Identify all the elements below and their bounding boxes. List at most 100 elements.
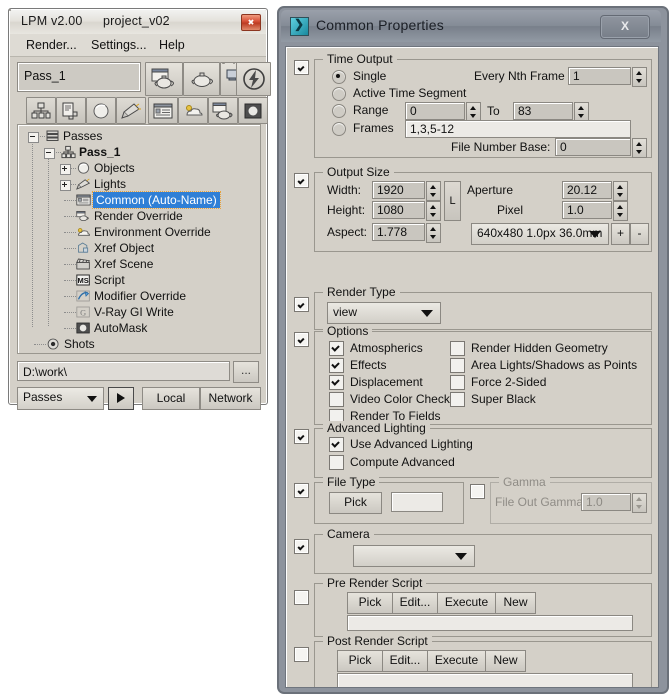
checkbox-effects[interactable] [329, 358, 344, 373]
menu-settings[interactable]: Settings... [87, 37, 151, 53]
post-render-script-enable-checkbox[interactable] [294, 647, 309, 662]
pre-render-edit-button[interactable]: Edit... [392, 592, 438, 614]
file-number-base-spinner[interactable] [632, 138, 647, 158]
advanced-lighting-enable-checkbox[interactable] [294, 429, 309, 444]
expander-objects[interactable] [60, 164, 71, 175]
toolbar-render-override-button[interactable] [208, 97, 238, 124]
options-group-label: Options [323, 324, 373, 338]
lpm-close-button[interactable] [241, 14, 261, 31]
tree-label: Common (Auto-Name) [92, 191, 221, 209]
toolbar-quick-render-button[interactable] [236, 62, 271, 96]
toolbar-lights-button[interactable] [116, 97, 146, 124]
render-type-dropdown[interactable]: view [327, 302, 441, 324]
tree-label: Environment Override [94, 225, 211, 239]
aspect-input[interactable]: 1.778 [372, 223, 425, 241]
file-number-base-input[interactable]: 0 [555, 138, 631, 156]
expander-pass-1[interactable] [44, 148, 55, 159]
range-from-spinner[interactable] [466, 102, 481, 122]
checkbox-compute-advanced[interactable] [329, 455, 344, 470]
radio-range[interactable] [332, 104, 346, 118]
radio-frames[interactable] [332, 122, 346, 136]
range-to-input[interactable]: 83 [513, 102, 573, 120]
toolbar-environment-button[interactable] [178, 97, 208, 124]
checkbox-render-hidden-geometry[interactable] [450, 341, 465, 356]
post-render-execute-button[interactable]: Execute [427, 650, 486, 672]
checkbox-use-advanced-lighting[interactable] [329, 437, 344, 452]
render-play-button[interactable] [108, 387, 134, 410]
range-from-input[interactable]: 0 [405, 102, 465, 120]
network-button[interactable]: Network [200, 387, 261, 410]
pre-render-script-path[interactable] [347, 615, 633, 631]
tree-elbow [34, 344, 46, 345]
aperture-spinner[interactable] [613, 181, 628, 201]
gamma-enable-checkbox[interactable] [470, 484, 485, 499]
pre-render-script-enable-checkbox[interactable] [294, 590, 309, 605]
output-path-input[interactable]: D:\work\ [17, 361, 230, 381]
radio-single[interactable] [332, 70, 346, 84]
pre-render-new-button[interactable]: New [495, 592, 536, 614]
height-input[interactable]: 1080 [372, 201, 425, 219]
range-to-spinner[interactable] [574, 102, 589, 122]
toolbar-render-scene-button[interactable] [145, 62, 183, 96]
post-render-new-button[interactable]: New [485, 650, 526, 672]
time-output-enable-checkbox[interactable] [294, 60, 309, 75]
every-nth-frame-spinner[interactable] [632, 67, 647, 87]
checkbox-video-color-check[interactable] [329, 392, 344, 407]
pass-name-field[interactable]: Pass_1 [17, 62, 141, 92]
post-render-pick-button[interactable]: Pick [337, 650, 383, 672]
pixel-spinner[interactable] [613, 201, 628, 221]
checkbox-compute-advanced-label: Compute Advanced [350, 455, 455, 469]
pixel-input[interactable]: 1.0 [562, 201, 612, 219]
toolbar-automask-button[interactable] [238, 97, 268, 124]
aspect-spinner[interactable] [426, 223, 441, 243]
output-preset-dropdown[interactable]: 640x480 1.0px 36.0mm [471, 223, 609, 245]
advanced-lighting-group-label: Advanced Lighting [323, 421, 430, 435]
toolbar-teapot-button[interactable] [183, 62, 220, 96]
width-input[interactable]: 1920 [372, 181, 425, 199]
sphere-icon [93, 103, 109, 118]
local-button[interactable]: Local [142, 387, 200, 410]
aspect-label: Aspect: [327, 225, 368, 239]
every-nth-frame-input[interactable]: 1 [568, 67, 631, 85]
checkbox-atmospherics[interactable] [329, 341, 344, 356]
width-spinner[interactable] [426, 181, 441, 201]
checkbox-super-black[interactable] [450, 392, 465, 407]
checkbox-area-lights-shadows-as-points[interactable] [450, 358, 465, 373]
file-number-base-label: File Number Base: [451, 140, 551, 154]
toolbar-common-button[interactable] [148, 97, 178, 124]
height-spinner[interactable] [426, 201, 441, 221]
aperture-input[interactable]: 20.12 [562, 181, 612, 199]
file-type-enable-checkbox[interactable] [294, 483, 309, 498]
file-type-group-label: File Type [323, 475, 380, 489]
pre-render-pick-button[interactable]: Pick [347, 592, 393, 614]
expander-lights[interactable] [60, 180, 71, 191]
post-render-script-path[interactable] [337, 673, 633, 687]
passes-tree[interactable]: Passes Pass_1 Objects Lights Common (Aut… [17, 124, 261, 354]
render-type-enable-checkbox[interactable] [294, 297, 309, 312]
options-enable-checkbox[interactable] [294, 332, 309, 347]
checkbox-force-2-sided[interactable] [450, 375, 465, 390]
post-render-edit-button[interactable]: Edit... [382, 650, 428, 672]
menu-help[interactable]: Help [155, 37, 189, 53]
output-size-group-label: Output Size [323, 165, 394, 179]
menu-render[interactable]: Render... [22, 37, 81, 53]
cp-close-button[interactable]: X [600, 15, 650, 39]
output-size-enable-checkbox[interactable] [294, 173, 309, 188]
browse-path-button[interactable]: ... [233, 361, 259, 383]
checkbox-displacement[interactable] [329, 375, 344, 390]
radio-active-time-segment[interactable] [332, 87, 346, 101]
pixel-label: Pixel [497, 203, 524, 217]
frames-input[interactable]: 1,3,5-12 [405, 120, 631, 138]
expander-passes[interactable] [28, 132, 39, 143]
camera-enable-checkbox[interactable] [294, 539, 309, 554]
remove-preset-button[interactable]: - [630, 223, 649, 245]
lock-aspect-button[interactable]: L [444, 181, 461, 221]
pre-render-execute-button[interactable]: Execute [437, 592, 496, 614]
mode-dropdown[interactable]: Passes [17, 387, 104, 410]
file-type-pick-button[interactable]: Pick [329, 492, 382, 514]
toolbar-objects-button[interactable] [86, 97, 116, 124]
camera-dropdown[interactable] [353, 545, 475, 567]
add-preset-button[interactable]: + [611, 223, 630, 245]
toolbar-copy-pass-button[interactable] [56, 97, 86, 124]
toolbar-hierarchy-button[interactable] [26, 97, 56, 124]
